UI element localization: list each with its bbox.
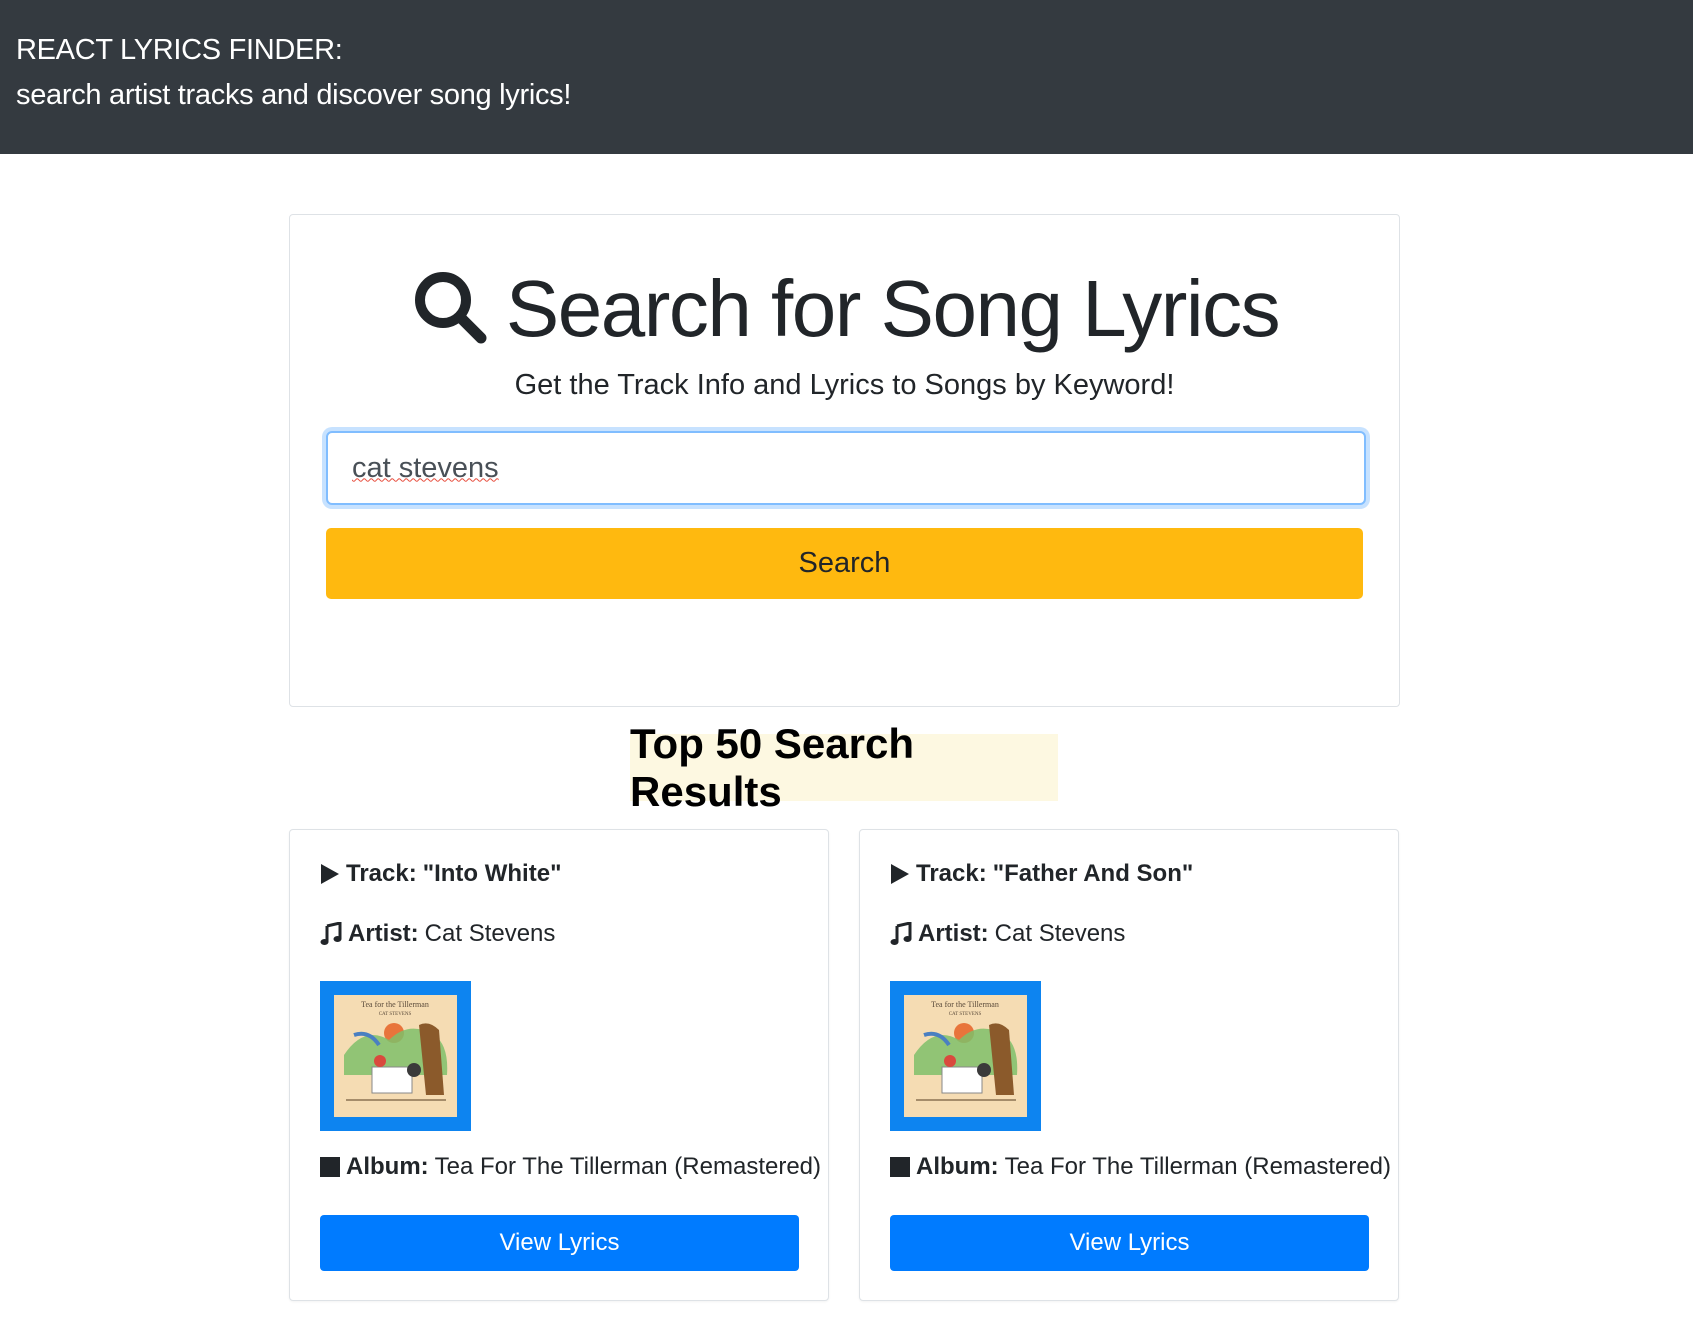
app-title[interactable]: REACT LYRICS FINDER: [16,28,1677,73]
artist-row: Artist: Cat Stevens [890,920,1125,948]
search-button[interactable]: Search [326,528,1363,599]
track-name: "Father And Son" [992,860,1194,887]
artist-label: Artist: [918,920,989,947]
play-icon [320,863,340,885]
search-input[interactable]: cat stevens [326,431,1366,505]
album-cover: Tea for the Tillerman CAT STEVENS [890,981,1041,1131]
track-row: Track: "Father And Son" [890,860,1199,888]
track-label: Track: [916,860,987,887]
search-card: Search for Song Lyrics Get the Track Inf… [289,214,1400,707]
album-cover-art: Tea for the Tillerman CAT STEVENS [334,995,457,1117]
search-title: Search for Song Lyrics [505,264,1281,353]
track-name: "Into White" [422,860,562,887]
album-label: Album: [346,1153,429,1180]
album-square-icon [890,1157,910,1177]
track-label: Track: [346,860,417,887]
cover-title: Tea for the Tillerman [361,1000,429,1009]
search-icon [410,267,490,352]
artist-row: Artist: Cat Stevens [320,920,555,948]
view-lyrics-button[interactable]: View Lyrics [890,1215,1369,1271]
album-name: Tea For The Tillerman (Remastered) [434,1153,822,1180]
music-note-icon [320,922,342,946]
cover-artist: CAT STEVENS [949,1012,982,1017]
music-note-icon [890,922,912,946]
track-card: Track: "Into White" Artist: Cat Stevens … [289,829,829,1301]
album-row: Album: Tea For The Tillerman (Remastered… [320,1153,821,1181]
search-subtitle: Get the Track Info and Lyrics to Songs b… [514,369,1175,401]
track-card: Track: "Father And Son" Artist: Cat Stev… [859,829,1399,1301]
navbar: REACT LYRICS FINDER: search artist track… [0,0,1693,154]
search-input-value: cat stevens [352,451,499,484]
track-row: Track: "Into White" [320,860,567,888]
album-label: Album: [916,1153,999,1180]
artist-name: Cat Stevens [994,920,1126,947]
search-heading: Search for Song Lyrics [290,259,1399,359]
artist-name: Cat Stevens [424,920,556,947]
album-name: Tea For The Tillerman (Remastered) [1004,1153,1392,1180]
cover-artist: CAT STEVENS [379,1012,412,1017]
app-subtitle: search artist tracks and discover song l… [16,79,572,111]
album-cover: Tea for the Tillerman CAT STEVENS [320,981,471,1131]
cover-title: Tea for the Tillerman [931,1000,999,1009]
album-square-icon [320,1157,340,1177]
play-icon [890,863,910,885]
artist-label: Artist: [348,920,419,947]
results-heading: Top 50 Search Results [630,720,1058,815]
album-cover-art: Tea for the Tillerman CAT STEVENS [904,995,1027,1117]
album-row: Album: Tea For The Tillerman (Remastered… [890,1153,1391,1181]
view-lyrics-button[interactable]: View Lyrics [320,1215,799,1271]
